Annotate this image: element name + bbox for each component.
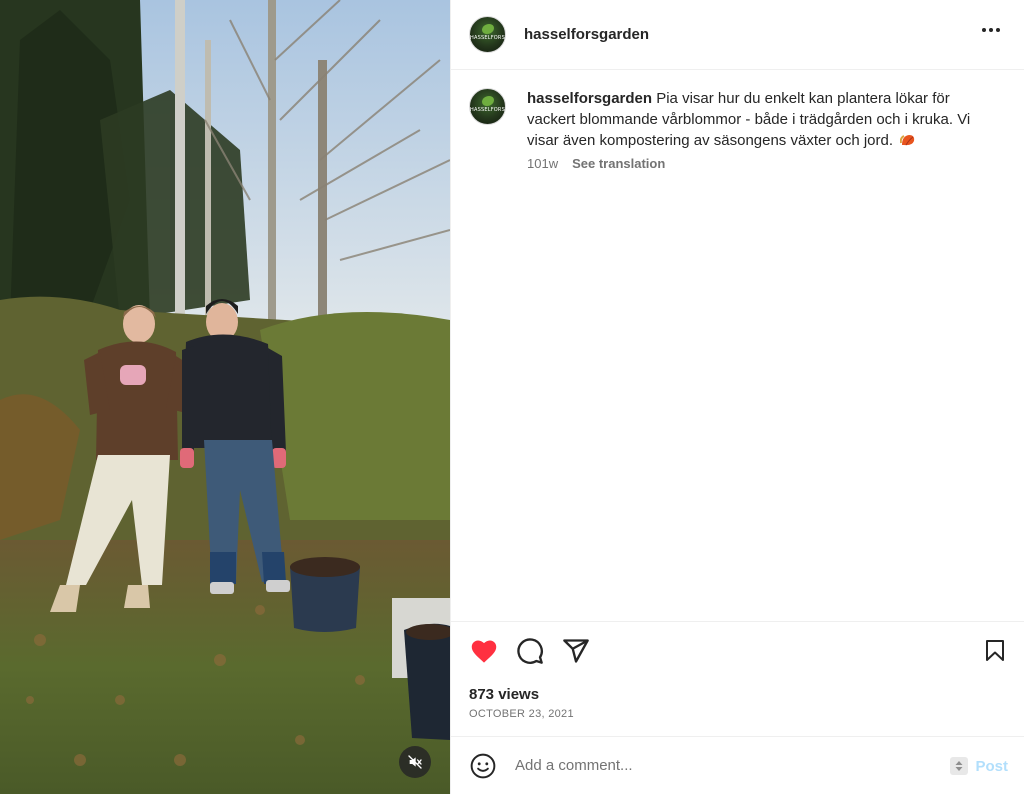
like-button[interactable]: [469, 636, 499, 666]
more-options-button[interactable]: [978, 24, 1004, 36]
caption-avatar[interactable]: HASSELFORS: [469, 88, 506, 125]
textarea-resize-handle[interactable]: [950, 757, 968, 775]
logo-leaf: [482, 24, 494, 34]
share-icon: [563, 639, 589, 663]
save-button[interactable]: [980, 636, 1010, 666]
views-count[interactable]: 873 views: [469, 686, 1006, 703]
comment-icon: [517, 638, 543, 664]
resize-arrows-icon: [955, 761, 963, 771]
avatar-logo-text: HASSELFORS: [470, 107, 505, 113]
caption-row: HASSELFORS hasselforsgarden Pia visar hu…: [469, 88, 1006, 171]
emoji-button[interactable]: [469, 752, 497, 780]
emoji-icon: [470, 753, 496, 778]
header-username[interactable]: hasselforsgarden: [524, 26, 649, 43]
more-options-icon: [982, 28, 986, 32]
caption-body: hasselforsgarden Pia visar hur du enkelt…: [527, 88, 997, 171]
post-age[interactable]: 101w: [527, 156, 558, 171]
video-frame: [0, 0, 450, 794]
heart-icon: [471, 640, 497, 663]
post-comment-button[interactable]: Post: [975, 758, 1008, 775]
caption-section: HASSELFORS hasselforsgarden Pia visar hu…: [451, 70, 1024, 621]
actions-section: 873 views OCTOBER 23, 2021: [451, 621, 1024, 736]
more-options-icon: [996, 28, 1000, 32]
bookmark-icon: [986, 640, 1004, 661]
action-icons: [469, 622, 1006, 680]
post-media-video[interactable]: [0, 0, 450, 794]
post-date[interactable]: OCTOBER 23, 2021: [469, 708, 1006, 720]
comment-input[interactable]: [515, 757, 915, 774]
more-options-icon: [989, 28, 993, 32]
caption-username[interactable]: hasselforsgarden: [527, 90, 652, 107]
share-button[interactable]: [561, 636, 591, 666]
comment-bar: Post: [451, 736, 1024, 794]
post-header: HASSELFORS hasselforsgarden: [451, 0, 1024, 70]
muted-speaker-icon: [408, 755, 422, 769]
avatar-logo-text: HASSELFORS: [470, 35, 505, 41]
mute-toggle-button[interactable]: [399, 746, 431, 778]
fallen-leaf-emoji-icon: [900, 135, 915, 146]
logo-leaf: [482, 96, 494, 106]
caption-meta: 101w See translation: [527, 156, 997, 171]
see-translation-link[interactable]: See translation: [572, 156, 665, 171]
post-details-panel: HASSELFORS hasselforsgarden HASSELFORS h…: [450, 0, 1024, 794]
comment-button[interactable]: [515, 636, 545, 666]
avatar[interactable]: HASSELFORS: [469, 16, 506, 53]
caption-text: hasselforsgarden Pia visar hur du enkelt…: [527, 88, 997, 151]
